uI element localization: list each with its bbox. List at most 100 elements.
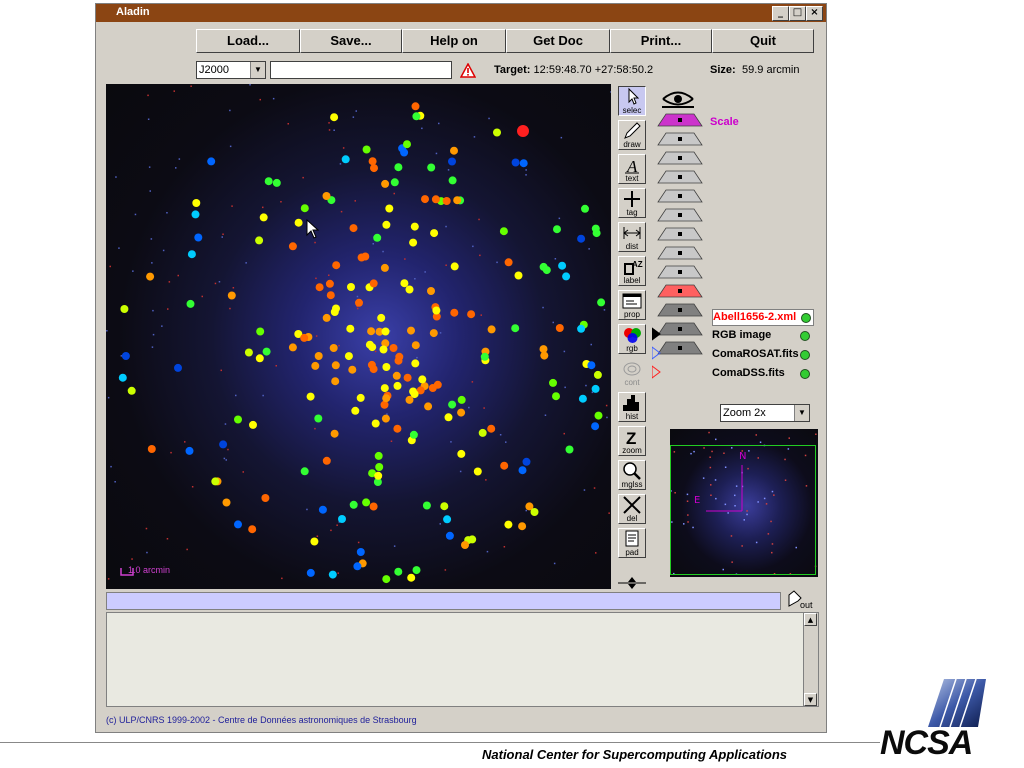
catalog-source-marker[interactable] xyxy=(288,343,297,352)
catalog-source-marker[interactable] xyxy=(427,287,435,295)
catalog-source-marker[interactable] xyxy=(264,177,273,186)
save-button[interactable]: Save... xyxy=(300,29,402,53)
catalog-source-marker[interactable] xyxy=(374,471,383,480)
catalog-source-marker[interactable] xyxy=(542,266,551,275)
catalog-source-marker[interactable] xyxy=(329,344,338,352)
catalog-source-marker[interactable] xyxy=(367,327,376,336)
catalog-source-marker[interactable] xyxy=(331,377,340,386)
scroll-up-icon[interactable]: ▲ xyxy=(804,613,817,626)
splitter-handle-icon[interactable] xyxy=(618,576,646,590)
tool-dist[interactable]: dist xyxy=(618,222,646,252)
catalog-source-marker[interactable] xyxy=(314,414,323,423)
catalog-source-marker[interactable] xyxy=(219,440,228,449)
catalog-source-marker[interactable] xyxy=(422,501,431,510)
catalog-source-marker[interactable] xyxy=(432,306,441,315)
catalog-source-marker[interactable] xyxy=(382,220,391,229)
catalog-source-marker[interactable] xyxy=(412,112,421,121)
catalog-source-marker[interactable] xyxy=(227,291,236,300)
catalog-source-marker[interactable] xyxy=(504,258,513,267)
catalog-source-marker[interactable] xyxy=(565,445,574,454)
eye-icon[interactable] xyxy=(660,86,696,110)
tool-hist[interactable]: hist xyxy=(618,392,646,422)
catalog-source-marker[interactable] xyxy=(347,283,355,291)
catalog-source-marker[interactable] xyxy=(174,363,182,372)
catalog-source-marker[interactable] xyxy=(385,204,394,213)
catalog-source-marker[interactable] xyxy=(362,498,371,507)
catalog-source-marker[interactable] xyxy=(448,176,457,185)
catalog-source-marker[interactable] xyxy=(382,363,391,371)
catalog-source-marker[interactable] xyxy=(424,402,433,411)
minimize-button[interactable]: _ xyxy=(772,6,789,21)
tool-cont[interactable]: cont xyxy=(618,358,646,388)
catalog-source-marker[interactable] xyxy=(577,324,586,333)
catalog-source-marker[interactable] xyxy=(448,400,457,409)
catalog-source-marker[interactable] xyxy=(356,548,365,556)
catalog-source-marker[interactable] xyxy=(367,360,376,369)
catalog-source-marker[interactable] xyxy=(192,199,201,207)
catalog-source-marker[interactable] xyxy=(374,451,383,460)
catalog-source-marker[interactable] xyxy=(382,394,391,403)
catalog-source-marker[interactable] xyxy=(256,327,265,336)
catalog-source-marker[interactable] xyxy=(594,411,603,420)
catalog-source-marker[interactable] xyxy=(540,351,549,360)
catalog-source-marker[interactable] xyxy=(389,344,398,352)
catalog-source-marker[interactable] xyxy=(407,573,416,582)
catalog-source-marker[interactable] xyxy=(499,227,508,236)
catalog-source-marker[interactable] xyxy=(448,157,456,166)
catalog-source-marker[interactable] xyxy=(381,179,390,188)
catalog-source-marker[interactable] xyxy=(412,566,421,575)
catalog-source-marker[interactable] xyxy=(261,494,270,502)
catalog-source-marker[interactable] xyxy=(300,204,309,213)
catalog-source-marker[interactable] xyxy=(306,568,315,577)
catalog-source-marker[interactable] xyxy=(443,515,452,524)
catalog-source-marker[interactable] xyxy=(442,197,451,205)
command-input[interactable] xyxy=(270,61,452,79)
catalog-source-marker[interactable] xyxy=(338,515,346,523)
catalog-source-marker[interactable] xyxy=(356,393,365,402)
catalog-source-marker[interactable] xyxy=(457,408,466,417)
catalog-source-marker[interactable] xyxy=(348,365,357,374)
catalog-source-marker[interactable] xyxy=(519,159,528,168)
tool-tag[interactable]: tag xyxy=(618,188,646,218)
catalog-source-marker[interactable] xyxy=(587,361,596,370)
catalog-source-marker[interactable] xyxy=(368,157,377,166)
catalog-source-marker[interactable] xyxy=(390,178,399,187)
catalog-source-marker[interactable] xyxy=(400,279,409,288)
catalog-source-marker[interactable] xyxy=(377,313,386,322)
getdoc-button[interactable]: Get Doc xyxy=(506,29,610,53)
catalog-source-marker[interactable] xyxy=(393,381,402,390)
catalog-source-marker[interactable] xyxy=(403,140,411,149)
catalog-source-marker[interactable] xyxy=(514,271,523,280)
catalog-source-marker[interactable] xyxy=(346,324,355,333)
close-button[interactable]: × xyxy=(806,6,823,21)
catalog-source-marker[interactable] xyxy=(185,446,194,455)
catalog-source-marker[interactable] xyxy=(461,541,469,549)
catalog-source-marker[interactable] xyxy=(325,279,334,288)
catalog-source-marker[interactable] xyxy=(411,102,420,111)
catalog-source-marker[interactable] xyxy=(311,361,320,370)
tool-draw[interactable]: draw xyxy=(618,120,646,150)
catalog-source-marker[interactable] xyxy=(562,272,571,281)
catalog-source-marker[interactable] xyxy=(504,520,513,529)
catalog-source-marker[interactable] xyxy=(370,164,378,173)
layer-rgb-image[interactable]: RGB image xyxy=(712,328,812,343)
out-button[interactable]: out xyxy=(786,590,822,612)
catalog-source-marker[interactable] xyxy=(381,414,390,423)
catalog-source-marker[interactable] xyxy=(300,333,309,342)
catalog-source-marker[interactable] xyxy=(288,242,297,251)
catalog-source-marker[interactable] xyxy=(450,308,459,317)
catalog-source-marker[interactable] xyxy=(349,224,358,233)
layer-comarosat[interactable]: ComaROSAT.fits xyxy=(712,347,812,362)
warning-icon[interactable] xyxy=(460,63,476,78)
tool-label[interactable]: AZ label xyxy=(618,256,646,286)
catalog-source-marker[interactable] xyxy=(306,392,315,401)
catalog-source-marker[interactable] xyxy=(407,326,415,335)
catalog-source-marker[interactable] xyxy=(577,234,586,243)
catalog-source-marker[interactable] xyxy=(147,445,156,453)
catalog-source-marker[interactable] xyxy=(555,324,564,332)
catalog-source-marker[interactable] xyxy=(511,324,520,333)
catalog-source-marker[interactable] xyxy=(518,522,527,531)
zoom-select[interactable]: Zoom 2x ▼ xyxy=(720,404,810,422)
catalog-source-marker[interactable] xyxy=(427,163,436,172)
catalog-source-marker[interactable] xyxy=(430,229,439,238)
